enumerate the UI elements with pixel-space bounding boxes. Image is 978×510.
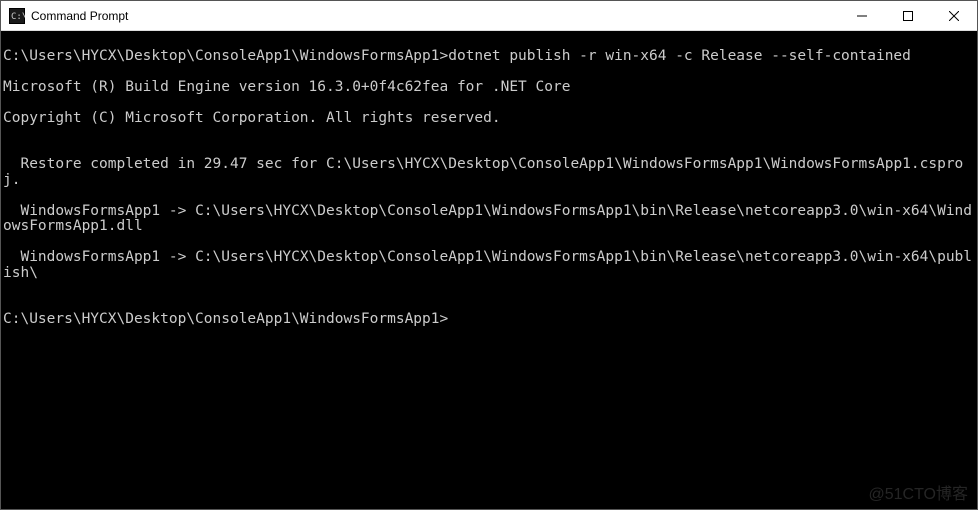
output-line: Microsoft (R) Build Engine version 16.3.… xyxy=(3,80,975,96)
cmd-icon: C:\ xyxy=(9,8,25,24)
titlebar[interactable]: C:\ Command Prompt xyxy=(1,1,977,31)
prompt-line-1: C:\Users\HYCX\Desktop\ConsoleApp1\Window… xyxy=(3,49,975,65)
maximize-button[interactable] xyxy=(885,1,931,30)
svg-text:C:\: C:\ xyxy=(11,12,25,22)
terminal-output[interactable]: C:\Users\HYCX\Desktop\ConsoleApp1\Window… xyxy=(1,31,977,509)
minimize-button[interactable] xyxy=(839,1,885,30)
prompt-path: C:\Users\HYCX\Desktop\ConsoleApp1\Window… xyxy=(3,311,448,327)
output-line: WindowsFormsApp1 -> C:\Users\HYCX\Deskto… xyxy=(3,204,975,235)
output-line: Restore completed in 29.47 sec for C:\Us… xyxy=(3,157,975,188)
window-title: Command Prompt xyxy=(31,9,839,23)
close-button[interactable] xyxy=(931,1,977,30)
prompt-line-2: C:\Users\HYCX\Desktop\ConsoleApp1\Window… xyxy=(3,312,975,328)
prompt-command: dotnet publish -r win-x64 -c Release --s… xyxy=(448,48,911,64)
prompt-path: C:\Users\HYCX\Desktop\ConsoleApp1\Window… xyxy=(3,48,448,64)
output-line: Copyright (C) Microsoft Corporation. All… xyxy=(3,111,975,127)
output-line: WindowsFormsApp1 -> C:\Users\HYCX\Deskto… xyxy=(3,250,975,281)
command-prompt-window: C:\ Command Prompt C:\Users\HYCX\Desktop… xyxy=(0,0,978,510)
window-controls xyxy=(839,1,977,30)
